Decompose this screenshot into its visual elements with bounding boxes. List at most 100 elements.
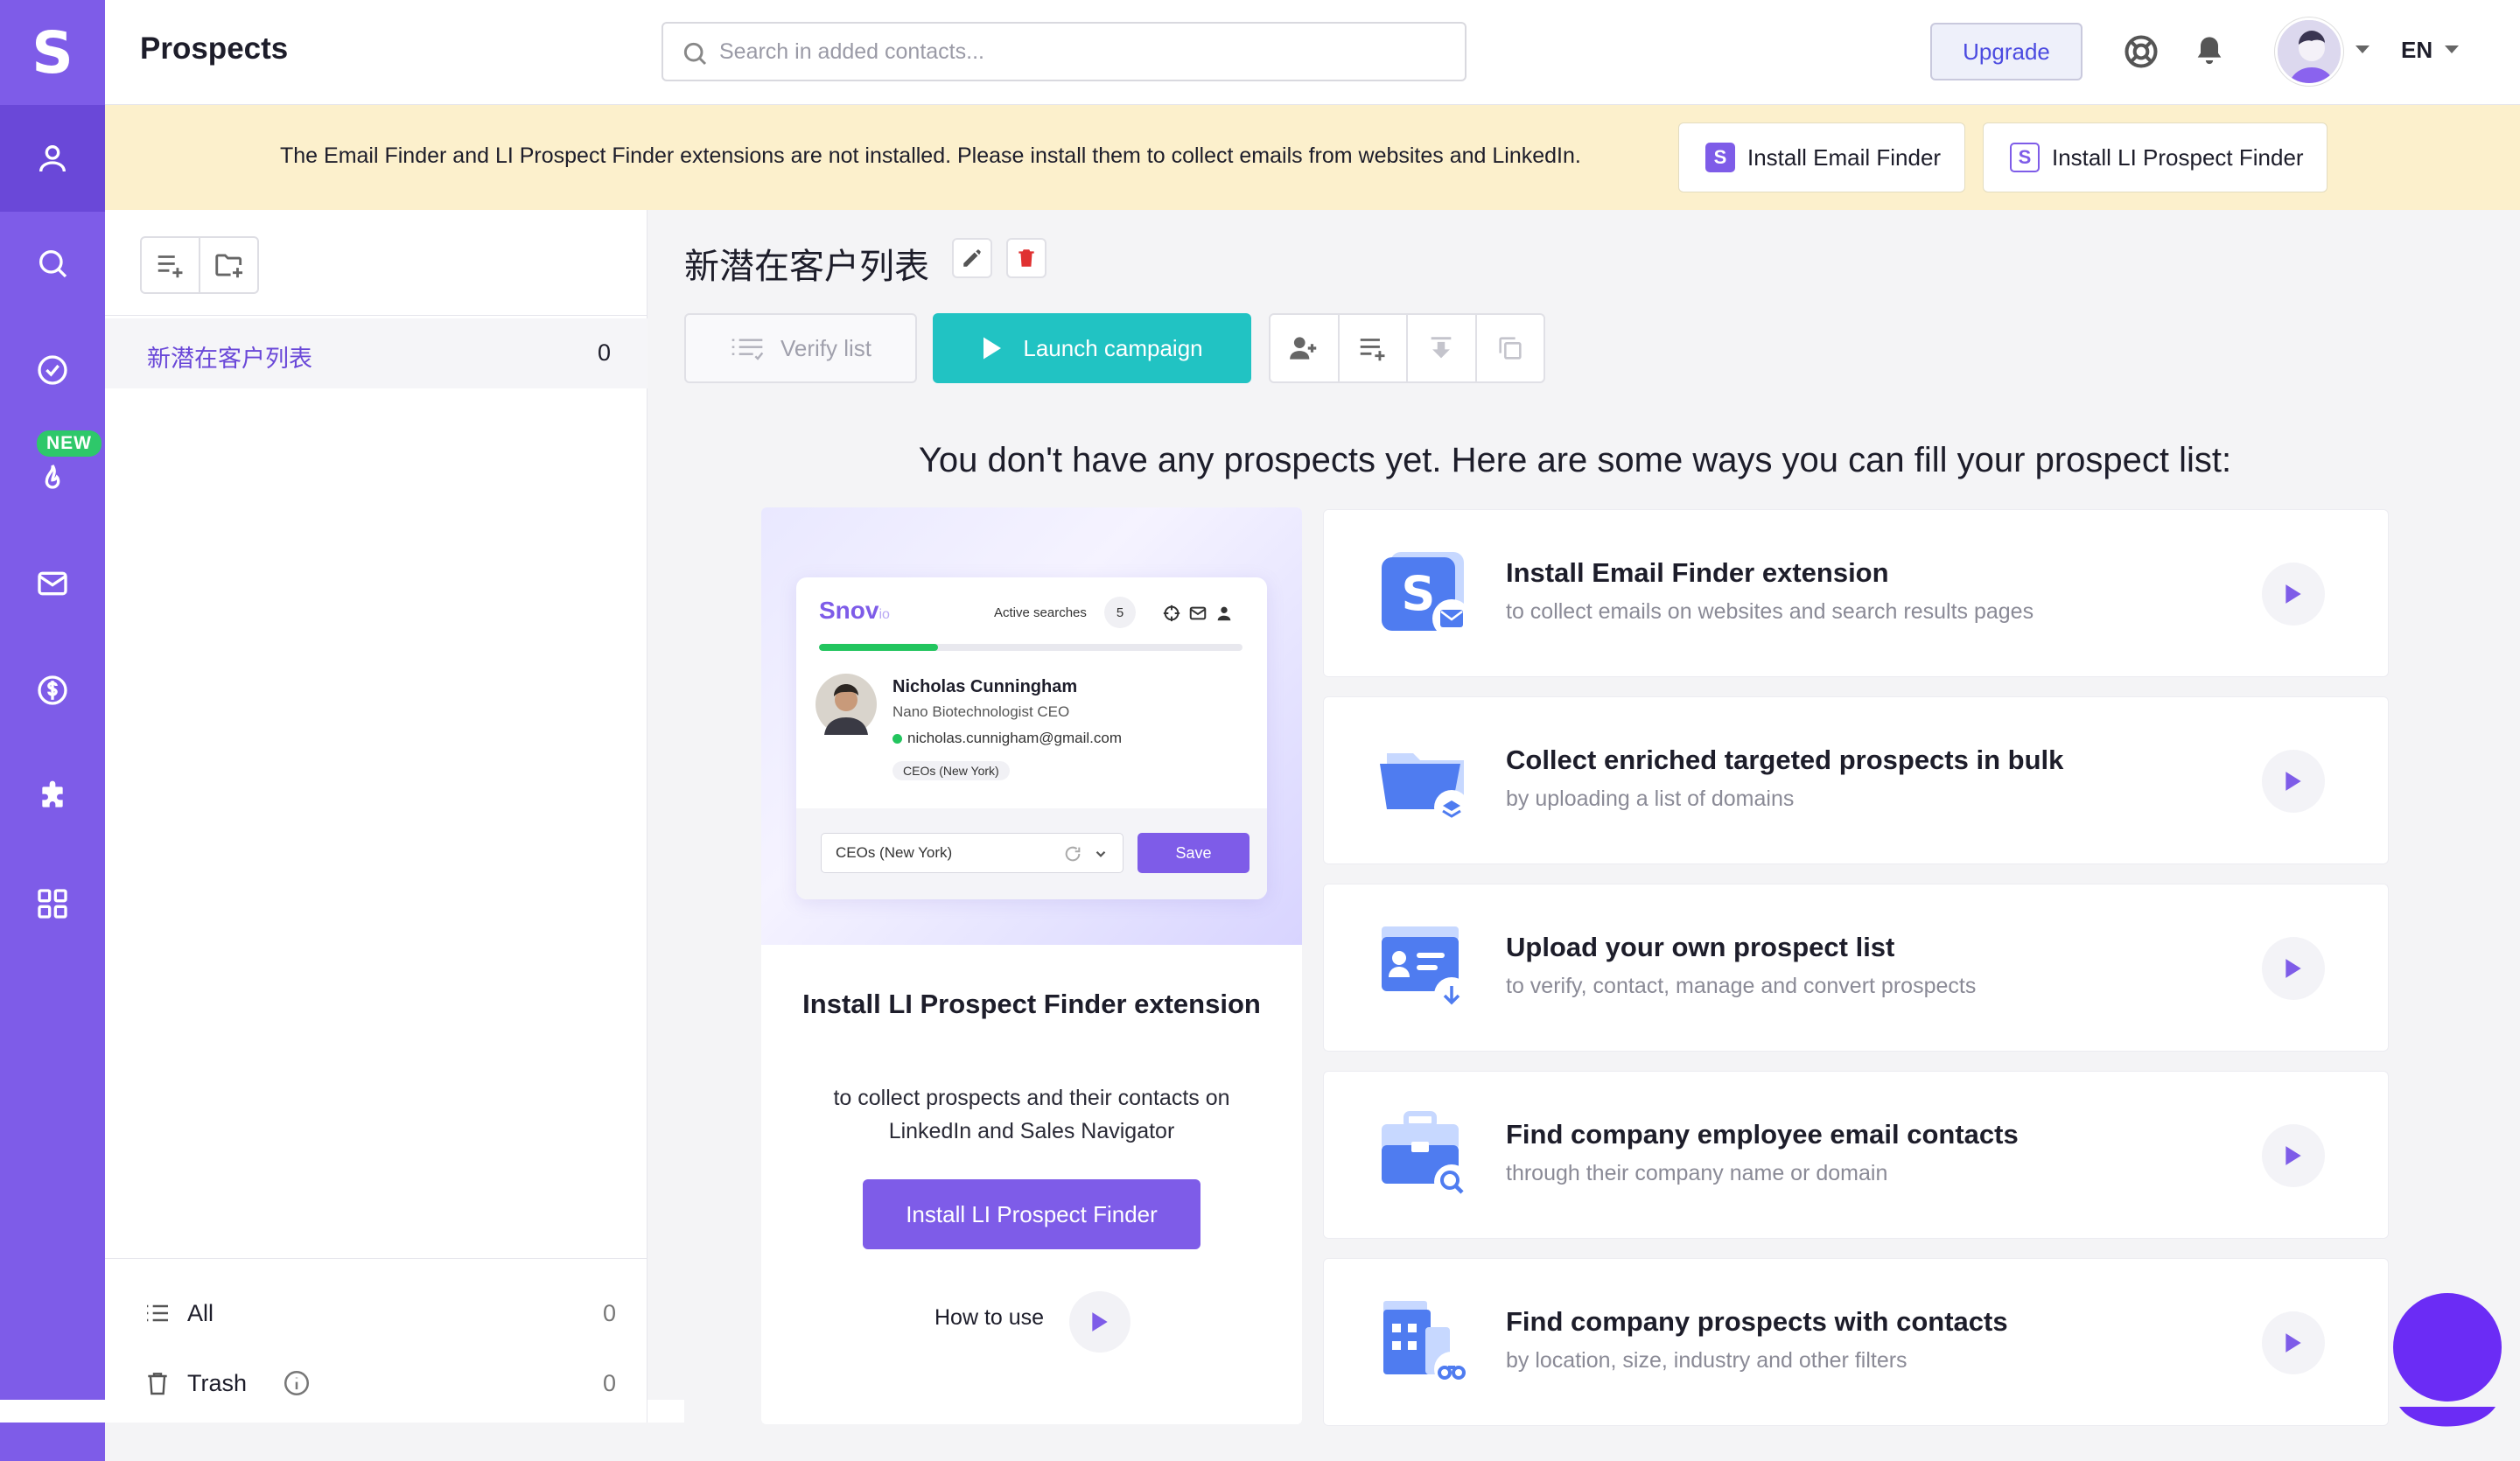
extensions-warning-banner: The Email Finder and LI Prospect Finder … <box>105 105 2520 210</box>
play-icon <box>2286 1146 2301 1165</box>
list-tools <box>140 236 259 294</box>
empty-state-heading: You don't have any prospects yet. Here a… <box>918 441 2232 479</box>
promo-description: to collect prospects and their contacts … <box>833 1086 1230 1143</box>
language-selector[interactable]: EN <box>2401 37 2432 64</box>
search-input[interactable] <box>719 34 1437 69</box>
dollar-circle-icon <box>38 675 67 705</box>
launch-campaign-button[interactable]: Launch campaign <box>933 313 1251 383</box>
app-logo[interactable]: S <box>0 0 105 105</box>
banner-message: The Email Finder and LI Prospect Finder … <box>280 143 1581 168</box>
duplicate-button[interactable] <box>1474 315 1544 381</box>
user-avatar[interactable] <box>2275 17 2343 86</box>
mock-save-button: Save <box>1138 833 1250 873</box>
mock-progress-track <box>819 644 1242 651</box>
option-card-email-finder[interactable]: S Install Email Finder extension to coll… <box>1323 509 2389 677</box>
verify-list-button[interactable]: Verify list <box>684 313 917 383</box>
promo-title: Install LI Prospect Finder extension <box>802 989 1261 1019</box>
export-button[interactable] <box>1406 315 1475 381</box>
list-item-count: 0 <box>597 339 611 366</box>
install-li-prospect-finder-button[interactable]: Install LI Prospect Finder <box>863 1179 1200 1249</box>
create-list-button[interactable] <box>142 238 199 292</box>
chat-widget-button[interactable] <box>2373 1293 2520 1442</box>
mock-person-name: Nicholas Cunningham <box>892 677 1078 696</box>
extension-mockup: Snovio Active searches 5 Nicholas Cunnin… <box>796 577 1267 899</box>
option-subtitle: through their company name or domain <box>1506 1161 1888 1185</box>
prospect-lists-panel: 新潜在客户列表 0 All 0 Trash 0 <box>105 210 648 1423</box>
mock-target-icon <box>1163 605 1180 622</box>
how-to-use-link[interactable]: How to use <box>934 1305 1044 1331</box>
mock-tag: CEOs (New York) <box>892 761 1010 780</box>
launch-campaign-label: Launch campaign <box>1023 334 1203 361</box>
list-item[interactable]: 新潜在客户列表 0 <box>105 318 648 388</box>
verify-list-label: Verify list <box>780 334 872 361</box>
option-play-button[interactable] <box>2262 1124 2325 1187</box>
search-box[interactable] <box>662 22 1466 81</box>
all-lists-item[interactable]: All 0 <box>144 1291 616 1335</box>
help-button[interactable] <box>2119 30 2163 73</box>
nav-apps[interactable] <box>0 850 105 957</box>
avatar-person-icon <box>2278 20 2341 83</box>
nav-integrations[interactable] <box>0 744 105 850</box>
pencil-icon <box>963 249 981 267</box>
nav-prospects[interactable] <box>0 105 105 212</box>
mock-refresh-icon <box>1065 846 1081 862</box>
email-finder-icon: S <box>1382 552 1471 638</box>
app-logo-letter: S <box>32 18 74 87</box>
language-dropdown-caret[interactable] <box>2445 45 2459 53</box>
list-item-name: 新潜在客户列表 <box>147 346 312 372</box>
option-subtitle: to verify, contact, manage and convert p… <box>1506 974 1977 998</box>
add-prospect-button[interactable] <box>1270 315 1338 381</box>
option-card-company-prospects[interactable]: Find company prospects with contacts by … <box>1323 1258 2389 1426</box>
option-play-button[interactable] <box>2262 1311 2325 1374</box>
nav-search[interactable] <box>0 210 105 317</box>
mock-mail-icon <box>1189 606 1207 620</box>
panel-divider-bottom <box>105 1258 648 1259</box>
notifications-button[interactable] <box>2188 30 2231 73</box>
option-card-bulk-domains[interactable]: Collect enriched targeted prospects in b… <box>1323 696 2389 864</box>
copy-icon <box>1499 337 1522 360</box>
nav-deals[interactable] <box>0 637 105 744</box>
delete-list-button[interactable] <box>1006 238 1046 278</box>
checklist-icon <box>732 339 764 360</box>
panel-divider <box>105 315 648 316</box>
add-list-icon <box>158 255 182 278</box>
nav-verifier[interactable] <box>0 317 105 423</box>
option-card-upload-list[interactable]: Upload your own prospect list to verify,… <box>1323 884 2389 1052</box>
trash-item[interactable]: Trash 0 <box>144 1361 616 1405</box>
search-icon <box>683 42 707 66</box>
list-icon <box>147 1304 168 1322</box>
option-subtitle: by location, size, industry and other fi… <box>1506 1348 1908 1373</box>
mock-active-searches: Active searches <box>994 605 1087 620</box>
create-folder-button[interactable] <box>199 238 257 292</box>
li-finder-promo-card: Snovio Active searches 5 Nicholas Cunnin… <box>761 507 1302 1424</box>
option-card-company-employees[interactable]: Find company employee email contacts thr… <box>1323 1071 2389 1239</box>
new-badge: NEW <box>37 430 102 457</box>
snov-logo-icon: S <box>1705 143 1735 172</box>
option-play-button[interactable] <box>2262 563 2325 626</box>
mock-chevron-down-icon <box>1096 850 1106 857</box>
option-title: Collect enriched targeted prospects in b… <box>1506 744 2064 775</box>
how-to-use-play-button[interactable] <box>1069 1291 1130 1353</box>
puzzle-icon <box>42 780 63 807</box>
avatar-dropdown-caret[interactable] <box>2356 45 2370 53</box>
edit-list-button[interactable] <box>952 238 992 278</box>
play-icon <box>2286 959 2301 978</box>
install-li-finder-button[interactable]: S Install LI Prospect Finder <box>1983 122 2328 192</box>
upgrade-button[interactable]: Upgrade <box>1930 23 2082 80</box>
option-subtitle: to collect emails on websites and search… <box>1506 599 2034 624</box>
top-bar: Prospects Upgrade EN <box>105 0 2520 105</box>
trash-label: Trash <box>187 1369 248 1396</box>
play-icon <box>1092 1312 1108 1332</box>
info-icon[interactable] <box>282 1368 312 1398</box>
option-title: Install Email Finder extension <box>1506 557 1889 588</box>
play-icon <box>2286 1333 2301 1353</box>
left-rail-footer <box>0 1423 105 1461</box>
snov-logo-outline-icon: S <box>2010 143 2040 172</box>
option-play-button[interactable] <box>2262 937 2325 1000</box>
install-email-finder-button[interactable]: S Install Email Finder <box>1678 122 1965 192</box>
add-folder-icon <box>214 254 242 278</box>
all-lists-label: All <box>187 1299 214 1326</box>
option-play-button[interactable] <box>2262 750 2325 813</box>
nav-campaigns[interactable] <box>0 530 105 637</box>
add-to-list-button[interactable] <box>1337 315 1407 381</box>
